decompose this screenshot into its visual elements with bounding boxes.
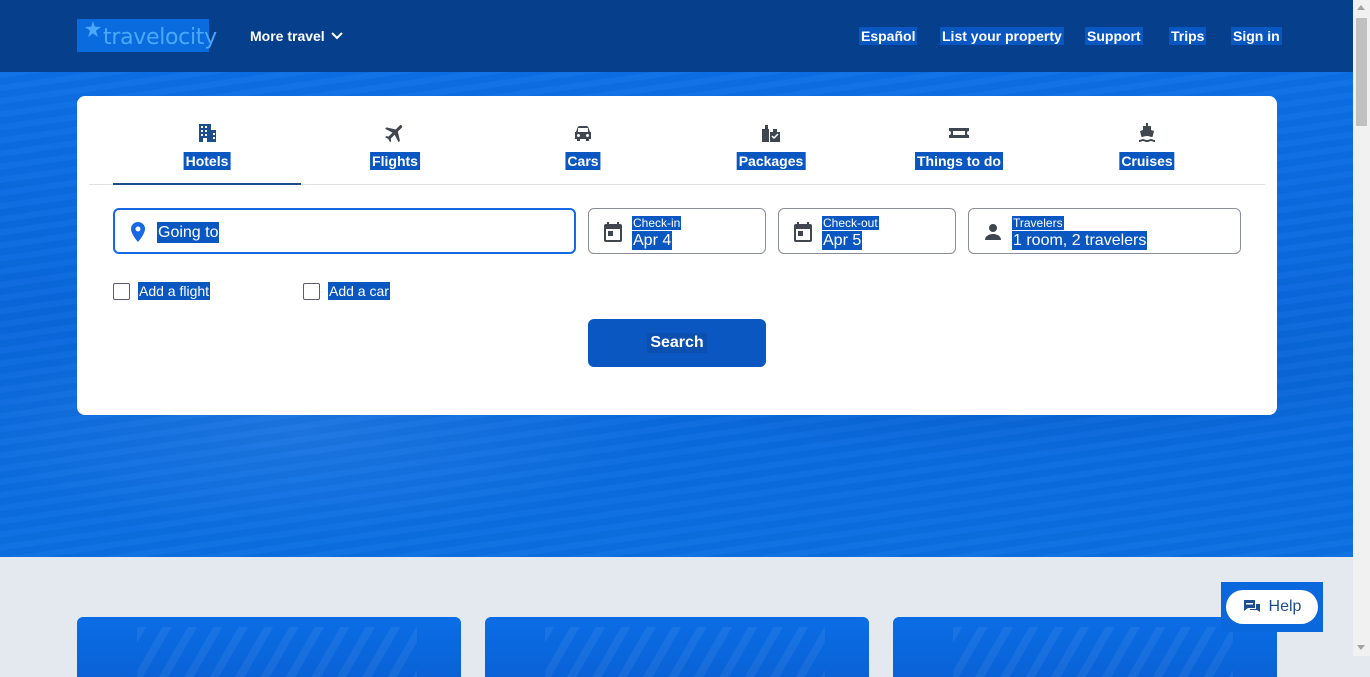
help-label: Help [1268,598,1302,615]
nav-link-espanol[interactable]: Español [859,27,918,45]
search-button-label: Search [647,333,707,353]
more-travel-menu[interactable]: More travel [248,28,345,44]
chevron-down-icon [330,32,343,40]
add-car-checkbox[interactable]: Add a car [303,282,390,300]
nav-link-support[interactable]: Support [1085,27,1143,45]
scroll-up-arrow[interactable] [1357,5,1365,10]
nav-link-list-property[interactable]: List your property [940,27,1064,45]
tab-label: Cruises [1119,152,1175,170]
travelocity-logo[interactable]: travelocity [77,19,217,52]
going-to-input[interactable]: Going to [113,208,576,254]
travelers-field[interactable]: Travelers 1 room, 2 travelers [968,208,1241,254]
add-car-label: Add a car [328,282,390,300]
tab-flights[interactable]: Flights [301,96,489,184]
scroll-thumb[interactable] [1356,18,1367,126]
tab-things-to-do[interactable]: Things to do [865,96,1053,184]
ticket-icon [949,128,969,138]
page-scrollbar[interactable] [1353,0,1370,656]
person-icon [985,224,1001,240]
check-out-field[interactable]: Check-out Apr 5 [778,208,956,254]
logo-text: travelocity [103,25,217,50]
checkbox-box[interactable] [113,282,130,300]
cruise-icon [1139,123,1155,142]
search-card: Hotels Flights Cars Packages Things to d… [77,96,1277,415]
location-pin-icon [131,222,145,242]
help-button[interactable]: Help [1226,590,1318,624]
more-travel-label: More travel [250,28,325,44]
check-out-value: Apr 5 [822,231,863,250]
promo-card-2[interactable] [485,617,869,677]
check-in-field[interactable]: Check-in Apr 4 [588,208,766,254]
check-out-label: Check-out [822,216,879,230]
tab-label: Things to do [915,152,1003,170]
nav-link-sign-in[interactable]: Sign in [1231,27,1282,45]
promo-card-1[interactable] [77,617,461,677]
checkbox-box[interactable] [303,282,320,300]
add-flight-label: Add a flight [138,282,211,300]
chat-icon [1243,600,1260,612]
logo-star-icon [85,21,101,37]
going-to-placeholder: Going to [157,222,220,243]
search-tabs: Hotels Flights Cars Packages Things to d… [89,96,1265,185]
tab-packages[interactable]: Packages [677,96,865,184]
scroll-down-arrow[interactable] [1357,645,1365,650]
help-widget: Help [1221,582,1323,632]
tab-label: Flights [370,152,420,170]
travelers-label: Travelers [1012,216,1064,230]
tab-hotels[interactable]: Hotels [113,96,301,185]
travelers-value: 1 room, 2 travelers [1012,231,1148,250]
packages-icon [762,125,780,142]
tab-cars[interactable]: Cars [489,96,677,184]
promo-card-3[interactable] [893,617,1277,677]
check-in-value: Apr 4 [632,231,673,250]
plane-icon [385,125,403,143]
tab-label: Cars [565,152,601,170]
check-in-label: Check-in [632,216,682,230]
nav-link-trips[interactable]: Trips [1169,27,1207,45]
car-icon [575,126,591,141]
calendar-icon [794,222,812,242]
search-button[interactable]: Search [588,319,766,367]
add-flight-checkbox[interactable]: Add a flight [113,282,211,300]
tab-cruises[interactable]: Cruises [1053,96,1241,184]
hotel-icon [199,124,216,142]
calendar-icon [604,222,622,242]
tab-label: Packages [736,152,806,170]
tab-label: Hotels [183,152,231,170]
top-header: travelocity More travel Español List you… [0,0,1353,72]
